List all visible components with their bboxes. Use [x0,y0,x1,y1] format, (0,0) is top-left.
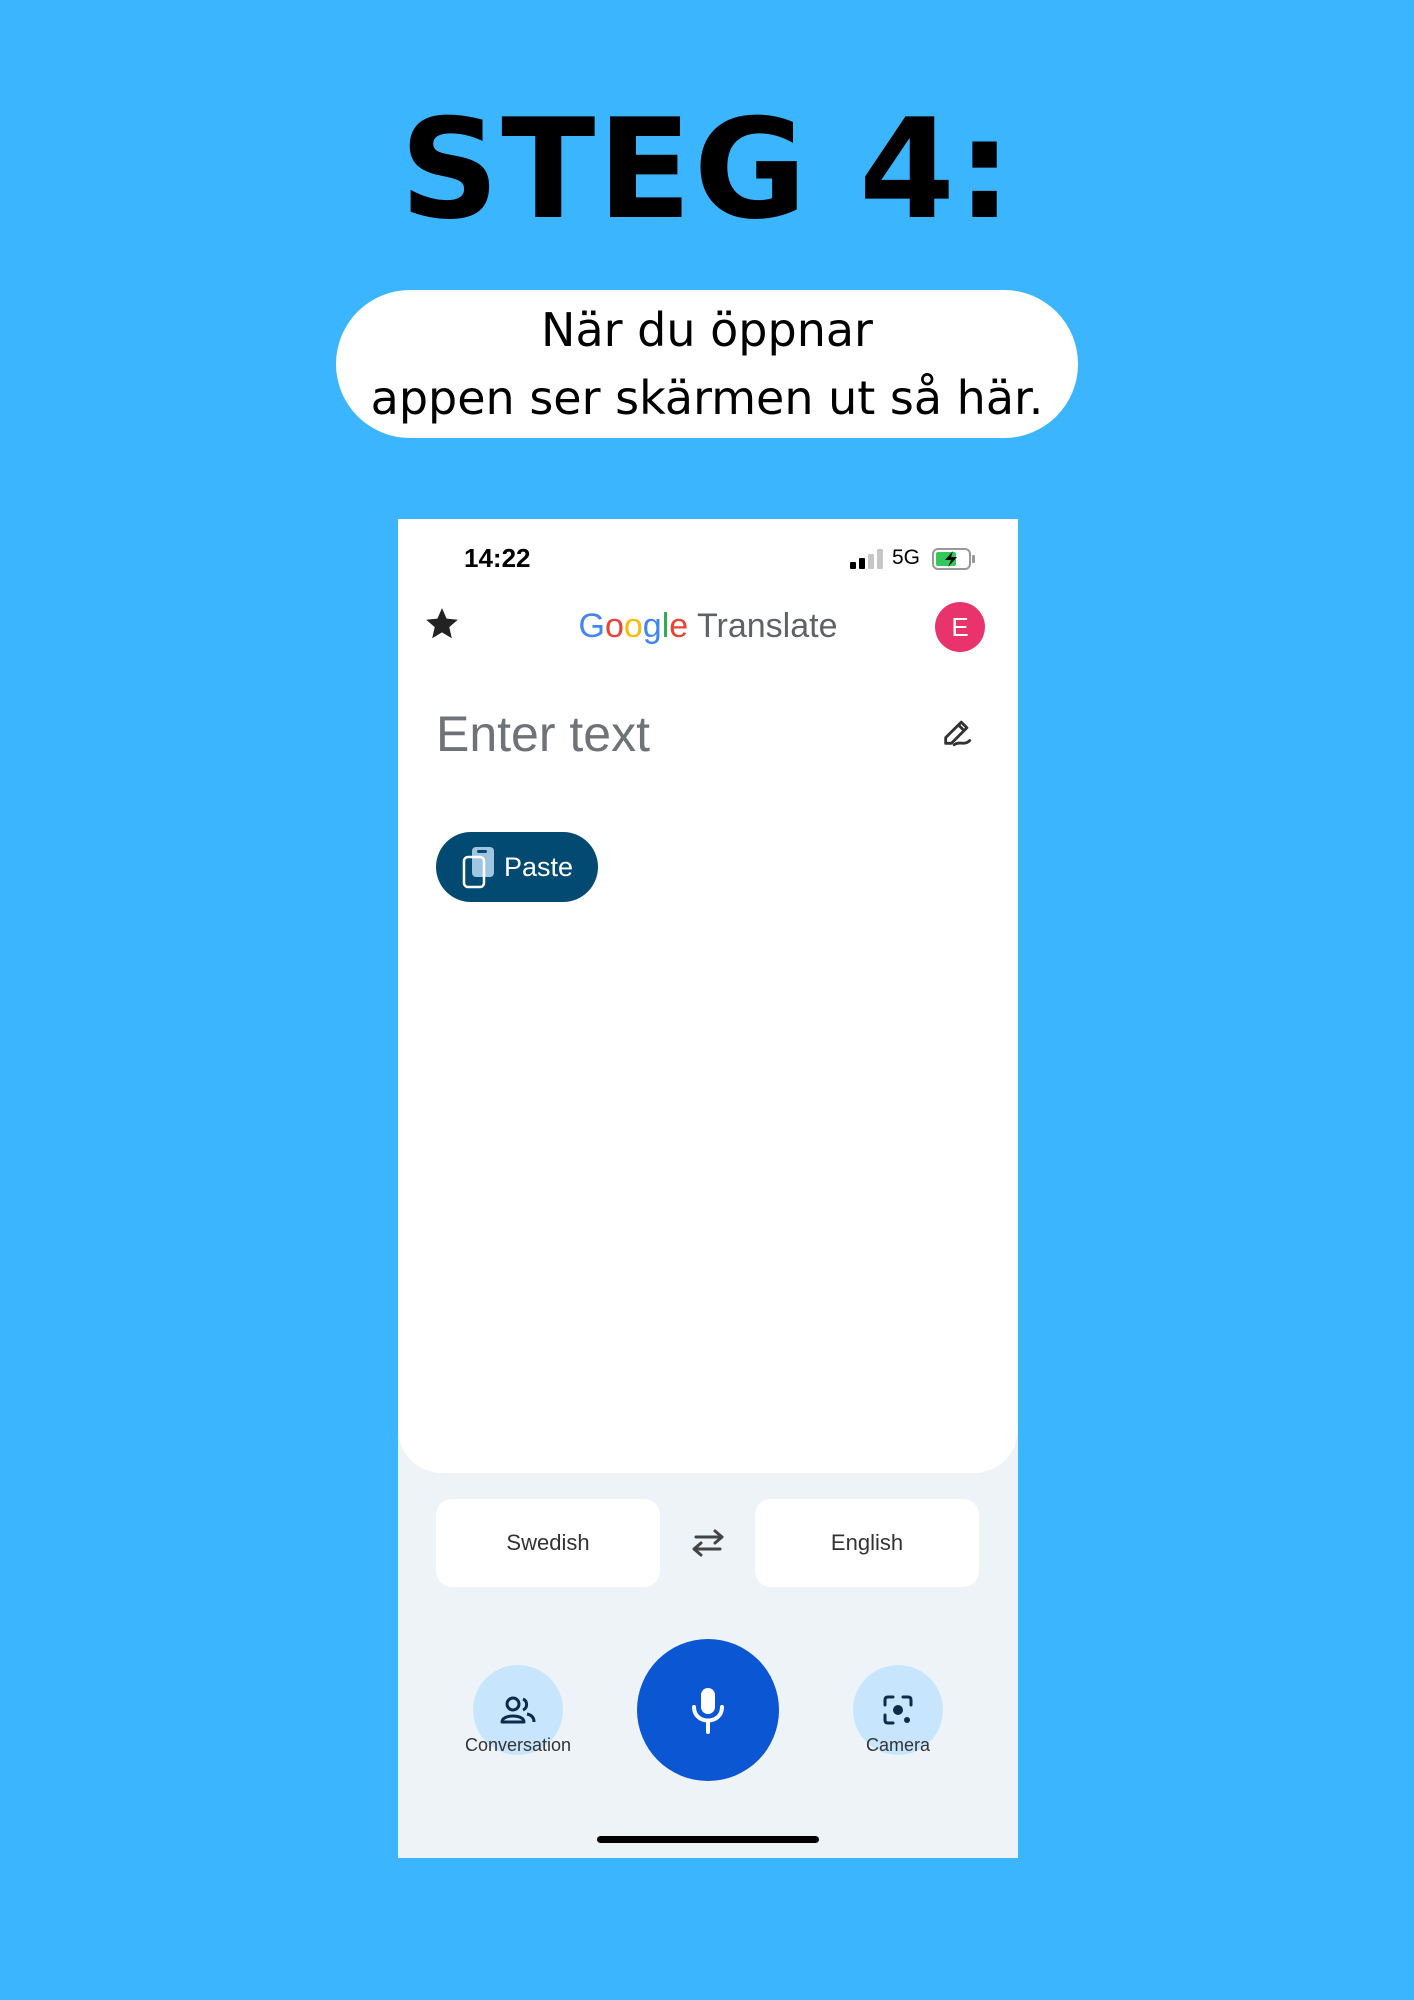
instruction-line-1: När du öppnar [541,303,873,357]
paste-button[interactable]: Paste [436,832,598,902]
status-time: 14:22 [464,543,531,573]
source-text-input[interactable] [436,704,896,764]
microphone-icon [692,1688,724,1734]
instruction-pill: När du öppnar appen ser skärmen ut så hä… [336,290,1078,438]
conversation-label: Conversation [464,1735,572,1755]
google-translate-logo: Google Translate [578,607,838,645]
paste-label: Paste [504,851,574,882]
network-type: 5G [892,546,921,569]
page-title: STEG 4: [399,89,1015,250]
battery-charging-icon [932,548,975,570]
lens-camera-icon [883,1695,913,1725]
signal-icon [850,549,883,569]
handwriting-pen-icon[interactable] [940,715,974,749]
phone-screenshot: 14:22 5G Google Translate E Paste Swedis… [398,519,1018,1858]
input-panel [398,519,1018,1473]
microphone-button[interactable] [637,1639,779,1781]
home-indicator[interactable] [597,1836,819,1843]
clipboard-icon [462,847,494,889]
target-language-button[interactable]: English [755,1499,979,1587]
swap-arrows-icon[interactable] [688,1527,728,1559]
instruction-line-2: appen ser skärmen ut så här. [370,371,1044,425]
camera-label: Camera [865,1735,931,1755]
account-avatar[interactable]: E [935,602,985,652]
people-icon [500,1696,536,1724]
source-language-button[interactable]: Swedish [436,1499,660,1587]
